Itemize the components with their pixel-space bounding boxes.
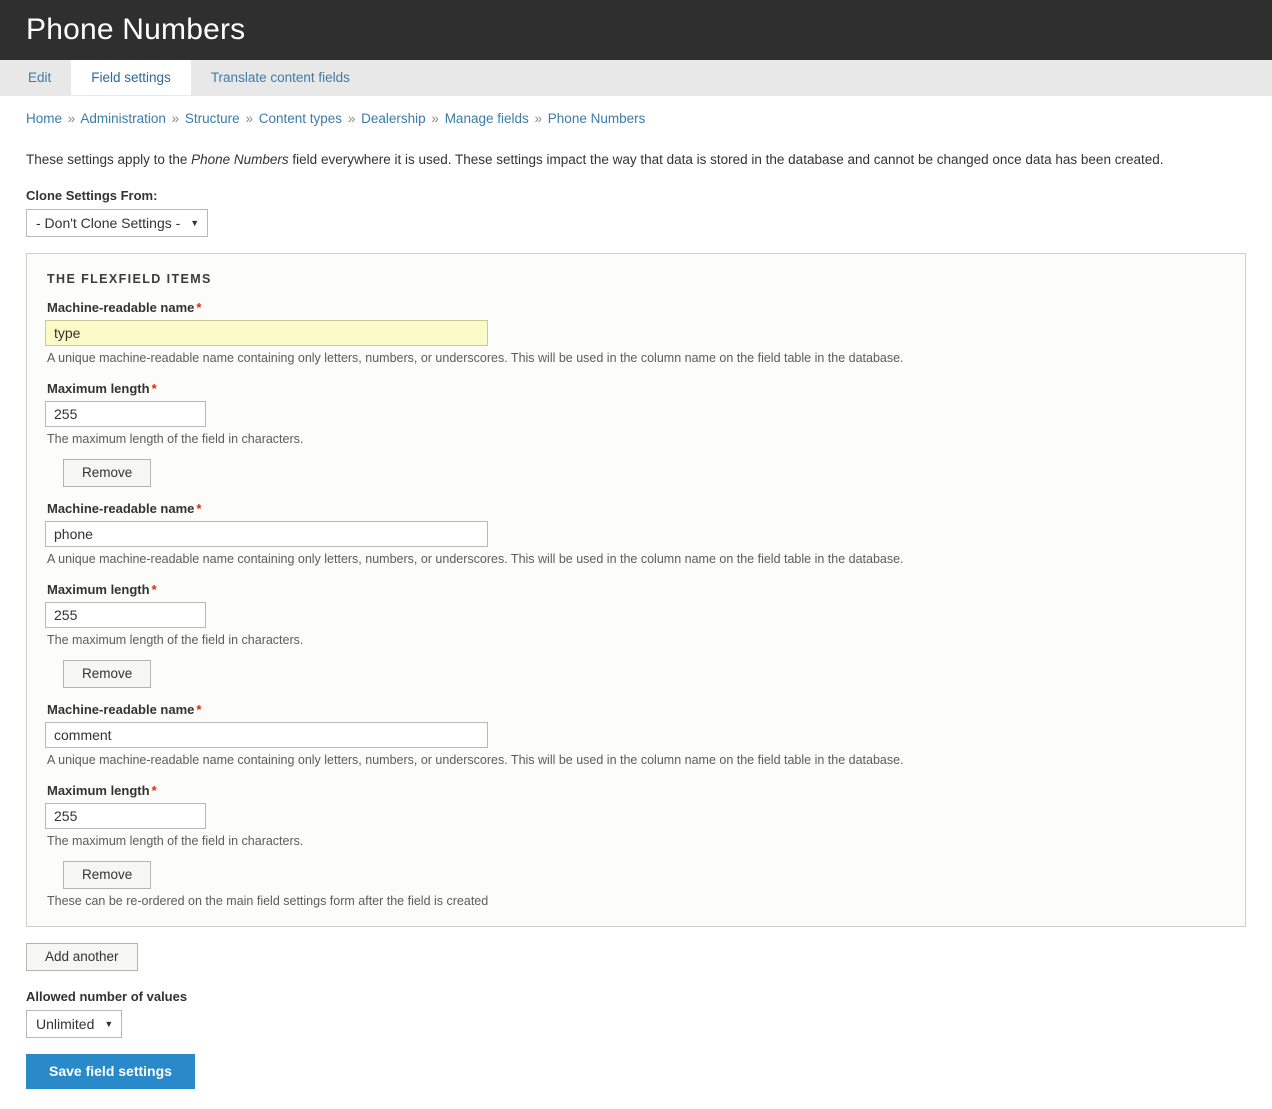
remove-button-row: Remove [63,459,1229,487]
max-length-input[interactable] [45,803,206,829]
page-title: Phone Numbers [26,13,246,46]
required-marker: * [151,582,157,597]
machine-name-label: Machine-readable name * [47,300,1229,316]
max-length-description: The maximum length of the field in chara… [47,834,304,848]
machine-name-input[interactable] [45,722,488,748]
tab-translate-content-fields[interactable]: Translate content fields [191,60,370,95]
primary-tabs: Edit Field settings Translate content fi… [0,60,1272,96]
cardinality-select[interactable]: Unlimited ▼ [26,1010,123,1038]
clone-settings-selected-value: - Don't Clone Settings - [36,215,181,231]
breadcrumb-item-structure[interactable]: Structure [185,111,240,126]
save-field-settings-button[interactable]: Save field settings [26,1054,195,1089]
max-length-description: The maximum length of the field in chara… [47,432,304,446]
required-marker: * [196,702,202,717]
page-header: Phone Numbers [0,0,1272,60]
required-marker: * [196,300,202,315]
breadcrumb-separator: » [534,111,543,126]
flexfield-item: Machine-readable name* A unique machine-… [45,501,1229,688]
cardinality-label: Allowed number of values [26,989,188,1004]
remove-button-row: Remove [63,660,1229,688]
intro-field-name: Phone Numbers [191,152,289,167]
flexfield-item: Machine-readable name* A unique machine-… [45,702,1229,889]
breadcrumb-item-dealership[interactable]: Dealership [361,111,426,126]
machine-name-description: A unique machine-readable name containin… [47,552,904,566]
max-length-label: Maximum length * [47,381,1229,397]
chevron-down-icon: ▼ [104,1018,114,1029]
intro-suffix: field everywhere it is used. These setti… [288,152,1164,167]
remove-button-row: Remove [63,861,1229,889]
tab-edit[interactable]: Edit [8,60,71,95]
remove-button[interactable]: Remove [63,861,152,889]
cardinality-selected-value: Unlimited [36,1016,95,1032]
machine-name-label-text: Machine-readable name [47,702,195,717]
breadcrumb-separator: » [67,111,76,126]
breadcrumb-item-administration[interactable]: Administration [80,111,166,126]
add-another-button[interactable]: Add another [26,943,138,971]
breadcrumb-item-phone-numbers[interactable]: Phone Numbers [548,111,646,126]
machine-name-label-text: Machine-readable name [47,501,195,516]
page-content: Home » Administration » Structure » Cont… [0,96,1272,1109]
cardinality-form-item: Allowed number of values Unlimited ▼ [26,989,1246,1038]
machine-name-description: A unique machine-readable name containin… [47,753,904,767]
max-length-input[interactable] [45,401,206,427]
form-actions: Save field settings [26,1054,1246,1109]
machine-name-label-text: Machine-readable name [47,300,195,315]
machine-name-input[interactable] [45,320,488,346]
remove-button[interactable]: Remove [63,660,152,688]
max-length-label-text: Maximum length [47,582,150,597]
required-marker: * [151,783,157,798]
settings-intro-text: These settings apply to the Phone Number… [26,150,1246,170]
machine-name-label: Machine-readable name * [47,501,1229,517]
breadcrumb-separator: » [245,111,253,126]
breadcrumb-item-home[interactable]: Home [26,111,62,126]
breadcrumb-separator: » [171,111,180,126]
max-length-description: The maximum length of the field in chara… [47,633,304,647]
required-marker: * [196,501,202,516]
fieldset-footer-note: These can be re-ordered on the main fiel… [47,894,489,908]
breadcrumb-separator: » [431,111,439,126]
max-length-label-text: Maximum length [47,783,150,798]
remove-button[interactable]: Remove [63,459,152,487]
flexfield-item: Machine-readable name* A unique machine-… [45,300,1229,487]
flexfield-items-fieldset: THE FLEXFIELD ITEMS Machine-readable nam… [26,253,1246,927]
max-length-label-text: Maximum length [47,381,150,396]
breadcrumb-item-manage-fields[interactable]: Manage fields [445,111,529,126]
machine-name-input[interactable] [45,521,488,547]
required-marker: * [151,381,157,396]
intro-prefix: These settings apply to the [26,152,192,167]
breadcrumb-separator: » [347,111,356,126]
max-length-label: Maximum length * [47,582,1229,598]
breadcrumb: Home » Administration » Structure » Cont… [26,96,1246,128]
clone-settings-select[interactable]: - Don't Clone Settings - ▼ [26,209,209,237]
tab-field-settings[interactable]: Field settings [71,60,191,95]
breadcrumb-item-content-types[interactable]: Content types [259,111,342,126]
max-length-label: Maximum length * [47,783,1229,799]
chevron-down-icon: ▼ [190,217,200,228]
machine-name-label: Machine-readable name * [47,702,1229,718]
max-length-input[interactable] [45,602,206,628]
clone-settings-label: Clone Settings From: [26,188,158,203]
clone-settings-form-item: Clone Settings From: - Don't Clone Setti… [26,188,1246,237]
machine-name-description: A unique machine-readable name containin… [47,351,904,365]
fieldset-legend: THE FLEXFIELD ITEMS [47,272,212,286]
